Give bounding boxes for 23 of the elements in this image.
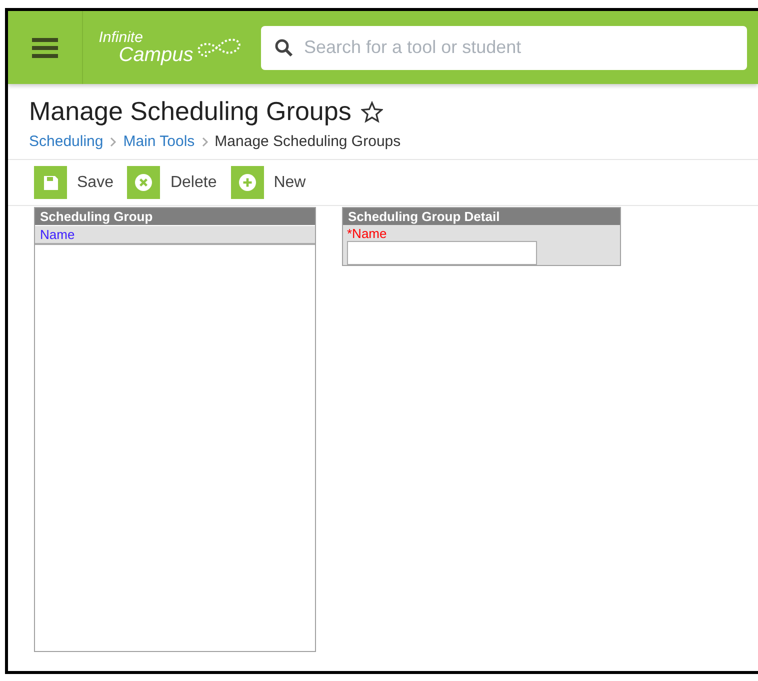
logo-text: Infinite xyxy=(98,30,144,45)
close-icon xyxy=(135,174,152,191)
logo-text: Campus xyxy=(118,45,194,65)
chevron-icon xyxy=(109,136,118,146)
save-icon xyxy=(42,174,58,190)
menu-icon xyxy=(32,36,58,58)
breadcrumb-link[interactable]: Scheduling xyxy=(29,133,104,150)
name-input[interactable] xyxy=(347,241,537,265)
page-title: Manage Scheduling Groups xyxy=(29,96,352,127)
delete-button[interactable]: Delete xyxy=(127,166,217,199)
star-icon[interactable] xyxy=(361,100,384,122)
search-icon xyxy=(275,38,293,56)
field-label: *Name xyxy=(346,225,388,241)
search-field[interactable]: Search for a tool or student xyxy=(261,26,747,70)
panel-title: Scheduling Group Detail xyxy=(343,208,620,225)
column-header[interactable]: Name xyxy=(35,225,315,245)
plus-icon xyxy=(238,174,256,191)
save-button[interactable]: Save xyxy=(34,166,114,199)
panel-title: Scheduling Group xyxy=(35,208,315,225)
breadcrumb-current: Manage Scheduling Groups xyxy=(214,133,401,150)
new-button[interactable]: New xyxy=(230,166,306,199)
chevron-icon xyxy=(200,136,209,146)
breadcrumb-link[interactable]: Main Tools xyxy=(123,133,195,150)
